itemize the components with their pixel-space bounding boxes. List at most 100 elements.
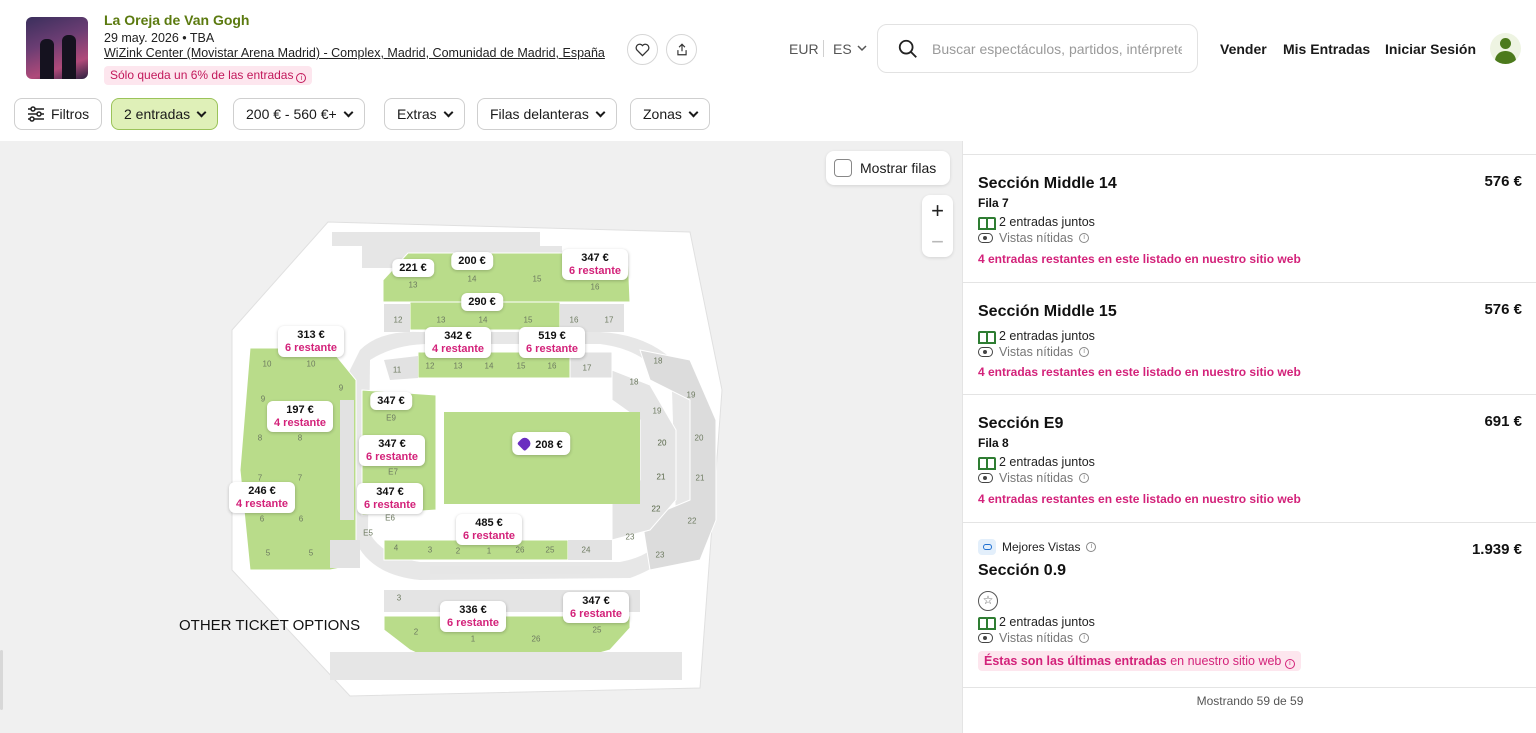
front-rows-filter[interactable]: Filas delanteras — [477, 98, 617, 130]
price-label[interactable]: 347 €6 restante — [357, 483, 423, 514]
sell-link[interactable]: Vender — [1220, 41, 1267, 57]
price-label[interactable]: 197 €4 restante — [267, 401, 333, 432]
info-icon[interactable]: i — [1086, 542, 1097, 552]
views-text: Vistas nítidas — [999, 231, 1074, 245]
section-number: 15 — [516, 361, 526, 371]
price-label[interactable]: 313 €6 restante — [278, 326, 344, 357]
zoom-out-button[interactable]: − — [922, 226, 953, 257]
event-venue-link[interactable]: WiZink Center (Movistar Arena Madrid) - … — [104, 46, 605, 60]
sliders-icon — [28, 106, 44, 122]
price-label[interactable]: 485 €6 restante — [456, 514, 522, 545]
price-label[interactable]: 347 €6 restante — [563, 592, 629, 623]
section-number: 9 — [338, 383, 344, 393]
info-icon[interactable]: i — [1284, 659, 1295, 669]
price-label-remaining: 4 restante — [236, 498, 288, 510]
price-label: 200 € - 560 €+ — [246, 106, 337, 122]
price-label[interactable]: 336 €6 restante — [440, 601, 506, 632]
eye-icon — [978, 473, 993, 483]
price-label-remaining: 6 restante — [366, 451, 418, 463]
price-label[interactable]: 347 €6 restante — [562, 249, 628, 280]
scroll-handle[interactable] — [0, 650, 3, 710]
price-label-price: 246 € — [248, 485, 276, 497]
info-icon[interactable]: i — [1079, 347, 1090, 357]
price-label[interactable]: 290 € — [461, 293, 503, 311]
share-button[interactable] — [666, 34, 697, 65]
price-label-price: 313 € — [297, 329, 325, 341]
views-text: Vistas nítidas — [999, 345, 1074, 359]
info-icon[interactable]: i — [1079, 633, 1090, 643]
favorite-button[interactable] — [627, 34, 658, 65]
price-label[interactable]: 246 €4 restante — [229, 482, 295, 513]
together-feature: 2 entradas juntos — [978, 615, 1095, 630]
listing-card[interactable]: Mejores Vistas i 1.939 € Sección 0.9 ☆ 2… — [963, 522, 1536, 687]
section-number: 1 — [470, 634, 476, 644]
language-selector[interactable]: ES — [833, 41, 852, 57]
event-thumbnail[interactable] — [26, 17, 88, 79]
event-title[interactable]: La Oreja de Van Gogh — [104, 12, 249, 28]
header: La Oreja de Van Gogh 29 may. 2026 • TBA … — [0, 0, 1536, 92]
venue-map[interactable] — [0, 141, 962, 733]
section-number: 25 — [592, 625, 602, 635]
price-label[interactable]: 221 € — [392, 259, 434, 277]
last-tickets-badge: Éstas son las últimas entradas en nuestr… — [978, 651, 1301, 671]
price-label-price: 290 € — [468, 296, 496, 308]
info-icon[interactable]: i — [296, 73, 307, 83]
section-number: 24 — [581, 545, 591, 555]
section-number: 16 — [547, 361, 557, 371]
listing-card[interactable]: Sección E9 691 € Fila 8 2 entradas junto… — [963, 394, 1536, 522]
other-ticket-options[interactable]: OTHER TICKET OPTIONS — [179, 617, 360, 634]
price-label-price: 342 € — [444, 330, 472, 342]
price-label[interactable]: 200 € — [451, 252, 493, 270]
together-feature: 2 entradas juntos — [978, 329, 1095, 344]
price-filter[interactable]: 200 € - 560 €+ — [233, 98, 365, 130]
login-link[interactable]: Iniciar Sesión — [1385, 41, 1476, 57]
share-icon — [676, 43, 687, 56]
info-icon[interactable]: i — [1079, 233, 1090, 243]
listing-price: 576 € — [1484, 173, 1522, 190]
zoom-controls: + − — [922, 195, 953, 257]
listing-card[interactable]: Sección Middle 14 576 € Fila 7 2 entrada… — [963, 154, 1536, 282]
seats-icon — [978, 330, 996, 344]
listing-section: Sección 0.9 — [978, 562, 1067, 579]
price-label-price: 347 € — [376, 486, 404, 498]
price-label-remaining: 6 restante — [285, 342, 337, 354]
price-label[interactable]: 208 € — [512, 432, 570, 455]
zones-filter[interactable]: Zonas — [630, 98, 710, 130]
my-tickets-link[interactable]: Mis Entradas — [1283, 41, 1370, 57]
search-input[interactable] — [932, 39, 1182, 59]
eye-icon — [978, 233, 993, 243]
price-label[interactable]: 519 €6 restante — [519, 327, 585, 358]
quantity-filter[interactable]: 2 entradas — [111, 98, 219, 130]
remaining-text: 4 entradas restantes en este listado en … — [978, 492, 1301, 506]
price-label[interactable]: 342 €4 restante — [425, 327, 491, 358]
price-label[interactable]: 347 € — [370, 392, 412, 410]
section-number: 21 — [656, 472, 666, 482]
user-avatar[interactable] — [1490, 33, 1521, 64]
extras-filter[interactable]: Extras — [384, 98, 465, 130]
filters-label: Filtros — [51, 106, 90, 122]
show-rows-label: Mostrar filas — [860, 160, 937, 176]
show-rows-toggle[interactable]: Mostrar filas — [826, 151, 950, 185]
section-number: 20 — [657, 438, 667, 448]
together-text: 2 entradas juntos — [999, 615, 1095, 629]
star-icon: ☆ — [978, 591, 998, 611]
chevron-down-icon[interactable] — [857, 44, 867, 52]
chevron-down-icon — [595, 107, 606, 117]
seat-map[interactable]: 13 14 15 16 12 13 14 15 16 17 11 12 13 14 15 16 17 18 10 10… — [0, 141, 962, 733]
price-label-price: 221 € — [399, 262, 427, 274]
section-green-left — [239, 347, 357, 571]
views-feature: Vistas nítidas i — [978, 345, 1090, 359]
price-label-remaining: 6 restante — [463, 530, 515, 542]
price-label[interactable]: 347 €6 restante — [359, 435, 425, 466]
filters-button[interactable]: Filtros — [14, 98, 103, 130]
listing-price: 576 € — [1484, 301, 1522, 318]
zoom-in-button[interactable]: + — [922, 195, 953, 226]
section-number: 4 — [393, 543, 399, 553]
search-box[interactable] — [877, 24, 1198, 73]
currency-selector[interactable]: EUR — [789, 41, 819, 57]
show-rows-checkbox[interactable] — [834, 159, 852, 177]
section-number: 26 — [531, 634, 541, 644]
last-tickets-bold: Éstas son las últimas entradas — [984, 654, 1167, 668]
listing-card[interactable]: Sección Middle 15 576 € 2 entradas junto… — [963, 282, 1536, 394]
info-icon[interactable]: i — [1079, 473, 1090, 483]
